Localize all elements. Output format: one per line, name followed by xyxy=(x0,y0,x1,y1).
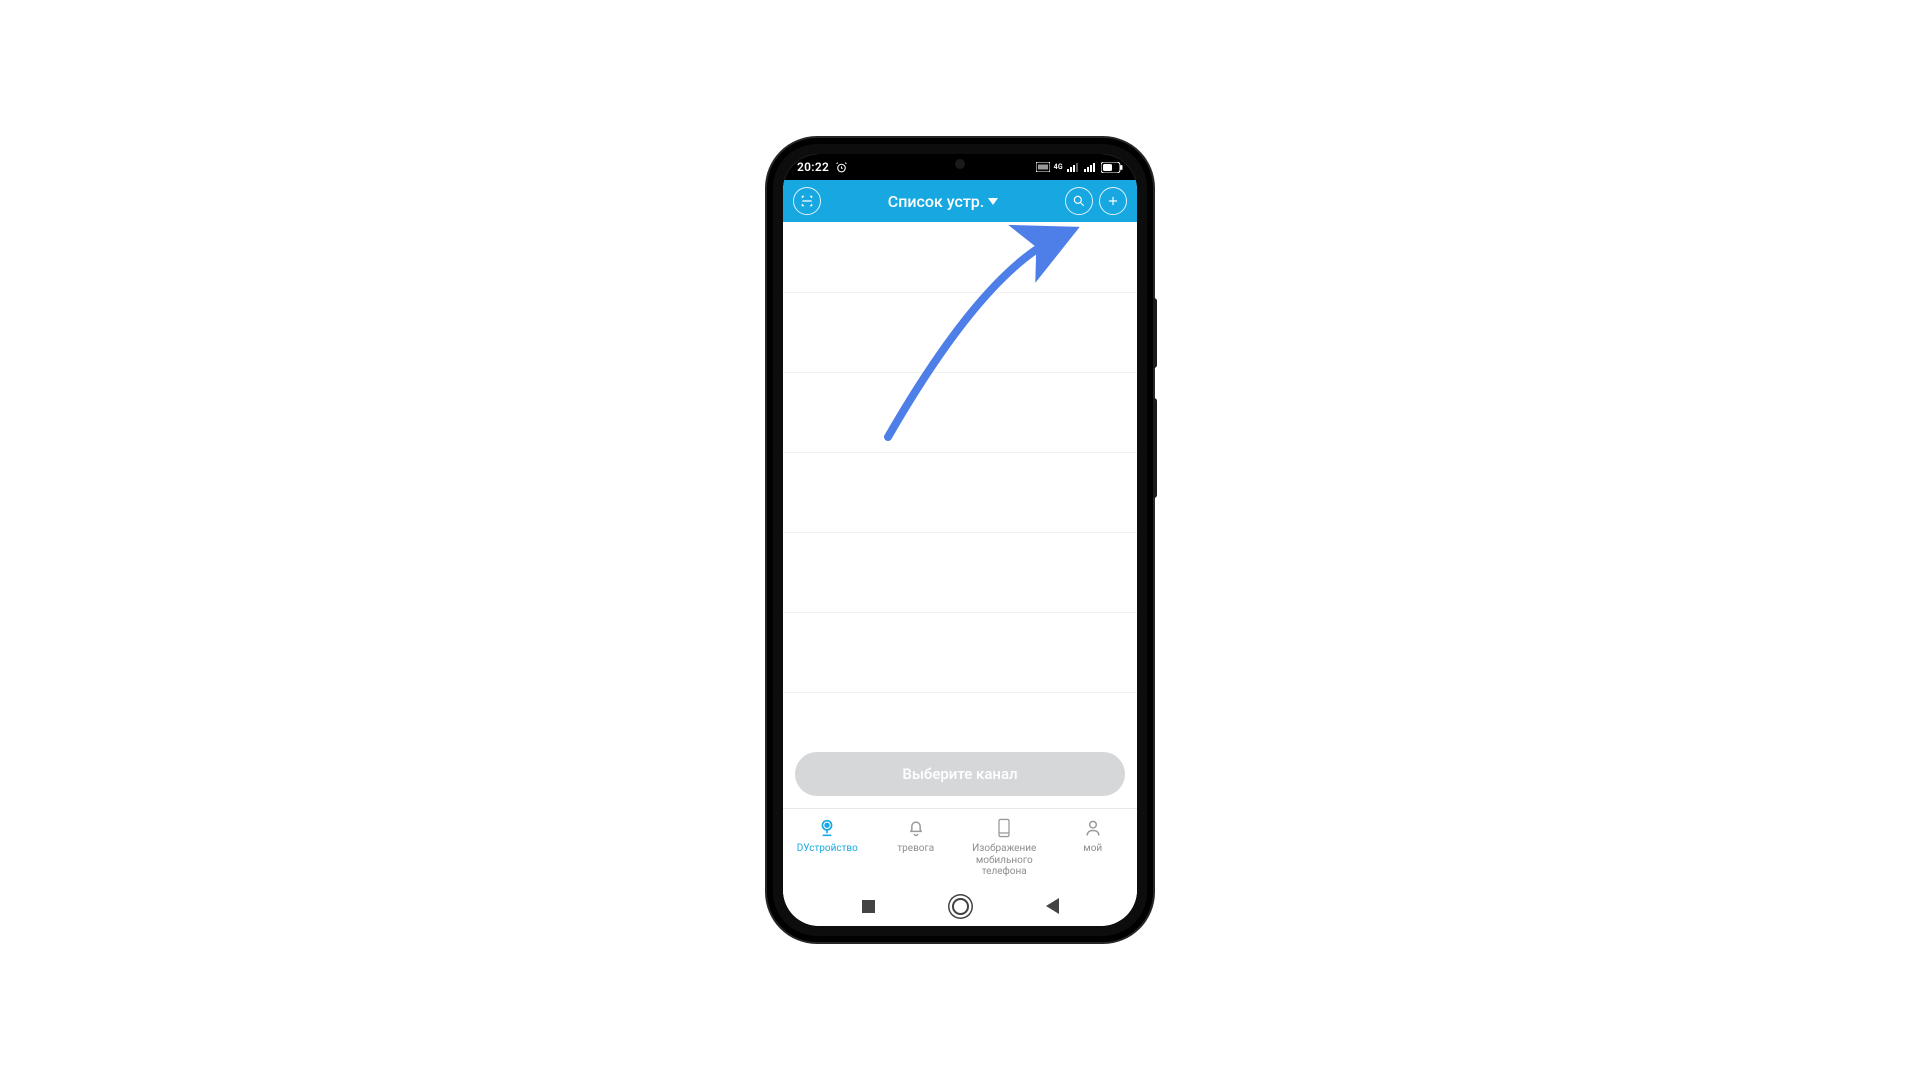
android-home-button[interactable] xyxy=(952,898,969,915)
status-time: 20:22 xyxy=(797,160,829,174)
nav-tab-mine[interactable]: мой xyxy=(1049,817,1138,855)
camera-icon xyxy=(816,817,838,839)
phone-notch xyxy=(948,154,972,178)
annotation-arrow xyxy=(863,212,1093,442)
plus-icon xyxy=(1106,194,1120,208)
nav-label: DУстройство xyxy=(797,843,858,855)
battery-icon xyxy=(1101,162,1123,173)
phone-screen: 20:22 4G xyxy=(783,154,1137,926)
scan-button[interactable] xyxy=(793,187,821,215)
nav-label: тревога xyxy=(897,843,934,855)
alarm-icon xyxy=(835,161,848,174)
divider xyxy=(783,292,1137,293)
phone-side-button xyxy=(1153,398,1157,498)
network-type: 4G xyxy=(1054,164,1063,171)
bottom-nav: DУстройство тревога xyxy=(783,808,1137,886)
header-title-dropdown[interactable]: Список устр. xyxy=(888,192,998,211)
scan-icon xyxy=(800,194,814,208)
divider xyxy=(783,612,1137,613)
nav-label: Изображение мобильного телефона xyxy=(962,843,1047,878)
divider xyxy=(783,452,1137,453)
divider xyxy=(783,532,1137,533)
volte-icon xyxy=(1036,162,1050,172)
app-header: Список устр. xyxy=(783,180,1137,222)
chevron-down-icon xyxy=(988,198,998,205)
bell-icon xyxy=(906,818,926,838)
android-recent-button[interactable] xyxy=(862,900,875,913)
header-title-label: Список устр. xyxy=(888,192,984,211)
phone-image-icon xyxy=(995,818,1013,838)
signal-icon xyxy=(1067,162,1080,172)
device-list-content: Выберите канал xyxy=(783,222,1137,808)
divider xyxy=(783,372,1137,373)
user-icon xyxy=(1083,818,1103,838)
signal-icon xyxy=(1084,162,1097,172)
nav-tab-alarm[interactable]: тревога xyxy=(872,817,961,855)
select-channel-button[interactable]: Выберите канал xyxy=(795,752,1125,796)
add-button[interactable] xyxy=(1099,187,1127,215)
select-channel-label: Выберите канал xyxy=(902,765,1017,783)
nav-tab-device[interactable]: DУстройство xyxy=(783,817,872,855)
phone-side-button xyxy=(1153,298,1157,368)
phone-frame: 20:22 4G xyxy=(767,138,1153,942)
android-nav-bar xyxy=(783,886,1137,926)
nav-tab-phone-image[interactable]: Изображение мобильного телефона xyxy=(960,817,1049,878)
nav-label: мой xyxy=(1083,843,1102,855)
search-button[interactable] xyxy=(1065,187,1093,215)
divider xyxy=(783,692,1137,693)
android-back-button[interactable] xyxy=(1046,898,1059,914)
search-icon xyxy=(1072,194,1086,208)
